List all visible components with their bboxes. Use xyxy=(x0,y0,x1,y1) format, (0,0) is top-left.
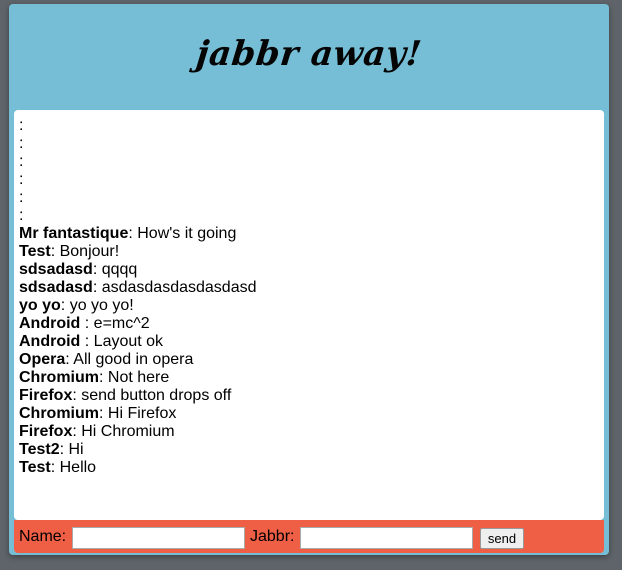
message-separator: : xyxy=(72,423,82,440)
message-separator: : xyxy=(80,315,94,332)
message-separator: : xyxy=(128,225,138,242)
message-user: Mr fantastique xyxy=(19,225,129,242)
message-user: Chromium xyxy=(19,405,99,422)
message-text: yo yo yo! xyxy=(69,297,134,314)
name-input[interactable] xyxy=(72,527,245,549)
name-label: Name: xyxy=(19,528,67,545)
message-user: Test2 xyxy=(19,441,60,458)
message-text: Hi xyxy=(68,441,84,458)
placeholder-line: : xyxy=(19,117,24,134)
chat-log[interactable]: :::::: Mr fantastique: How's it going Test… xyxy=(14,110,604,520)
placeholder-line: : xyxy=(19,189,24,206)
message-text: qqqq xyxy=(101,261,138,278)
list-item: sdsadasd: qqqq xyxy=(19,261,599,279)
message-text: Hi Firefox xyxy=(107,405,177,422)
placeholder-line: : xyxy=(19,207,24,224)
app-window: jabbr away! :::::: Mr fantastique: How's … xyxy=(9,4,609,555)
message-separator: : xyxy=(99,369,108,386)
message-separator: : xyxy=(60,297,70,314)
message-user: Android xyxy=(19,315,81,332)
message-user: Firefox xyxy=(19,423,73,440)
message-user: Test xyxy=(19,243,51,260)
message-separator: : xyxy=(50,459,60,476)
message-user: Test xyxy=(19,459,51,476)
list-item: Test: Bonjour! xyxy=(19,243,599,261)
list-item: Firefox: Hi Chromium xyxy=(19,423,599,441)
message-separator: : xyxy=(80,333,94,350)
list-item: Chromium: Not here xyxy=(19,369,599,387)
list-item: Test: Hello xyxy=(19,459,599,477)
message-text: Hello xyxy=(59,459,97,476)
message-list: :::::: Mr fantastique: How's it going Test… xyxy=(19,117,599,477)
list-item: Android : e=mc^2 xyxy=(19,315,599,333)
message-form: Name: Jabbr: send xyxy=(14,520,604,553)
message-user: sdsadasd xyxy=(19,279,93,296)
message-separator: : xyxy=(72,387,82,404)
message-user: Firefox xyxy=(19,387,73,404)
message-separator: : xyxy=(92,279,102,296)
list-item: Chromium: Hi Firefox xyxy=(19,405,599,423)
message-text: Hi Chromium xyxy=(81,423,175,440)
message-separator: : xyxy=(50,243,60,260)
message-text: Bonjour! xyxy=(59,243,120,260)
placeholder-line: : xyxy=(19,135,24,152)
message-user: sdsadasd xyxy=(19,261,93,278)
placeholder-line: : xyxy=(19,171,24,188)
message-user: yo yo xyxy=(19,297,61,314)
message-text: How's it going xyxy=(137,225,237,242)
send-button[interactable]: send xyxy=(480,528,524,549)
message-user: Android xyxy=(19,333,81,350)
list-item: Android : Layout ok xyxy=(19,333,599,351)
app-title: jabbr away! xyxy=(194,34,424,74)
jabbr-input[interactable] xyxy=(300,527,473,549)
list-item: Test2: Hi xyxy=(19,441,599,459)
message-separator: : xyxy=(99,405,108,422)
list-item: yo yo: yo yo yo! xyxy=(19,297,599,315)
list-item: Mr fantastique: How's it going xyxy=(19,225,599,243)
message-separator: : xyxy=(59,441,69,458)
message-user: Opera xyxy=(19,351,66,368)
placeholder-line: : xyxy=(19,153,24,170)
list-item: Firefox: send button drops off xyxy=(19,387,599,405)
list-item: Opera: All good in opera xyxy=(19,351,599,369)
message-text: e=mc^2 xyxy=(93,315,150,332)
message-separator: : xyxy=(92,261,102,278)
message-text: Not here xyxy=(107,369,170,386)
message-user: Chromium xyxy=(19,369,99,386)
list-item: sdsadasd: asdasdasdasdasdasd xyxy=(19,279,599,297)
message-text: asdasdasdasdasdasd xyxy=(101,279,257,296)
jabbr-label: Jabbr: xyxy=(250,528,295,545)
message-text: send button drops off xyxy=(81,387,232,404)
message-text: All good in opera xyxy=(73,351,194,368)
message-text: Layout ok xyxy=(93,333,164,350)
